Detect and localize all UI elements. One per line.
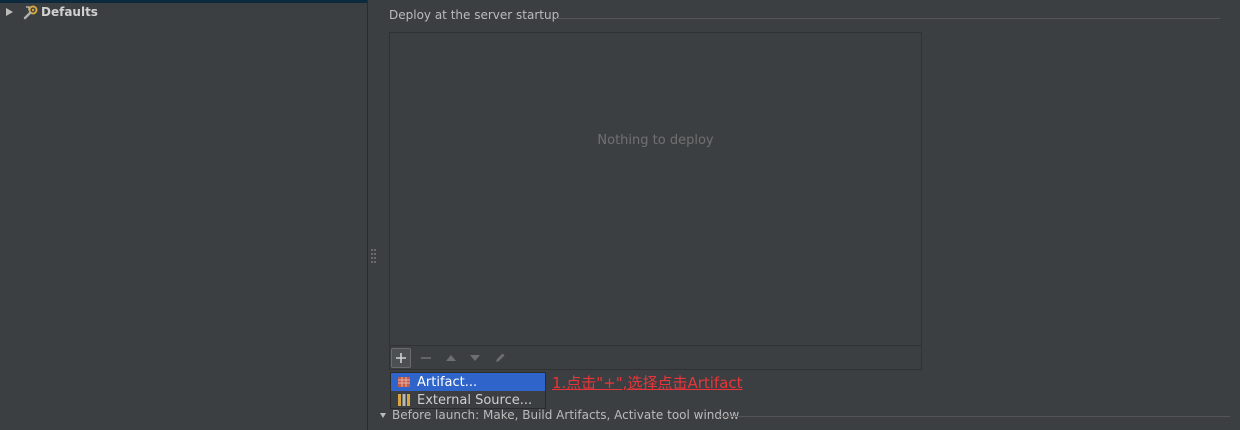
edit-button[interactable] xyxy=(490,348,510,368)
run-configuration-dialog: Defaults Deploy at the server startup No… xyxy=(0,0,1240,430)
external-source-icon xyxy=(398,394,410,406)
before-launch-divider xyxy=(720,416,1230,417)
plus-icon xyxy=(396,353,406,363)
menu-item-label: External Source... xyxy=(417,392,533,408)
tree-item-label: Defaults xyxy=(41,5,98,19)
before-launch-label: Before launch: Make, Build Artifacts, Ac… xyxy=(392,408,740,422)
menu-item-label: Artifact... xyxy=(417,374,478,390)
before-launch-section[interactable]: Before launch: Make, Build Artifacts, Ac… xyxy=(379,408,739,422)
expand-arrow-icon[interactable] xyxy=(4,7,14,17)
minus-icon xyxy=(421,357,431,359)
remove-button[interactable] xyxy=(416,348,436,368)
move-down-button[interactable] xyxy=(465,348,485,368)
configuration-tree: Defaults xyxy=(0,0,367,430)
instruction-annotation: 1.点击"+",选择点击Artifact xyxy=(552,374,743,392)
menu-item-external-source[interactable]: External Source... xyxy=(391,391,545,409)
panel-splitter[interactable] xyxy=(367,0,381,430)
menu-item-artifact[interactable]: Artifact... xyxy=(391,373,545,391)
deploy-empty-text: Nothing to deploy xyxy=(597,133,714,148)
deploy-list[interactable]: Nothing to deploy xyxy=(389,32,922,370)
arrow-down-icon xyxy=(470,355,480,361)
section-divider xyxy=(556,18,1220,19)
move-up-button[interactable] xyxy=(441,348,461,368)
add-popup-menu: Artifact... External Source... xyxy=(390,372,546,409)
toolbar-divider xyxy=(390,345,921,346)
deploy-section-title: Deploy at the server startup xyxy=(389,8,560,22)
collapse-arrow-icon[interactable] xyxy=(379,410,389,420)
tree-item-defaults[interactable]: Defaults xyxy=(4,3,98,21)
arrow-up-icon xyxy=(446,355,456,361)
add-button[interactable] xyxy=(391,348,411,368)
wrench-gear-icon xyxy=(23,5,38,20)
pencil-icon xyxy=(496,353,505,362)
artifact-icon xyxy=(398,377,410,387)
splitter-grip-icon xyxy=(371,249,377,263)
